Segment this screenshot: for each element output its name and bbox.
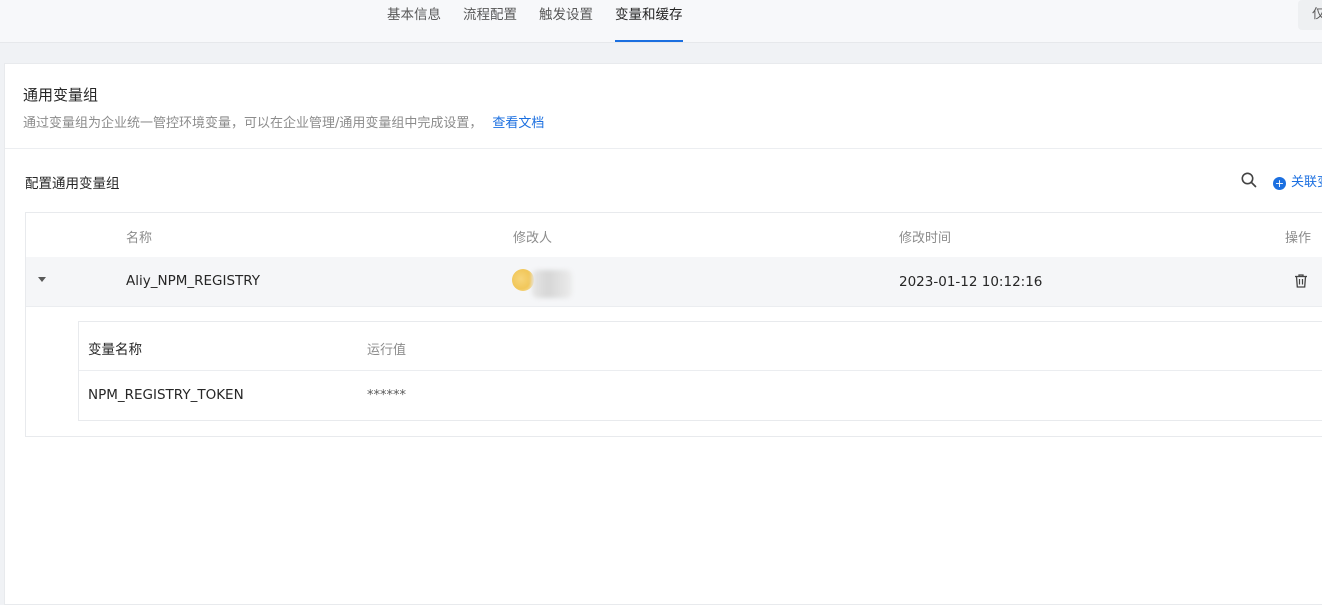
column-runtime-value: 运行值 [367, 343, 407, 358]
link-button-label: 关联变量组 [1291, 175, 1322, 190]
description-text: 通过变量组为企业统一管控环境变量，可以在企业管理/通用变量组中完成设置， [23, 116, 483, 131]
trash-icon[interactable] [1293, 273, 1309, 289]
config-title: 配置通用变量组 [25, 176, 120, 192]
column-variable-name: 变量名称 [88, 342, 142, 358]
column-name: 名称 [126, 231, 153, 246]
group-name: Aliy_NPM_REGISTRY [126, 273, 261, 289]
variable-value: ****** [367, 388, 406, 403]
sub-table-header: 变量名称 运行值 [79, 322, 1322, 371]
table-row[interactable]: Aliy_NPM_REGISTRY 2023-01-12 10:12:16 [26, 257, 1322, 307]
view-docs-link[interactable]: 查看文档 [492, 116, 544, 131]
tab-trigger-settings[interactable]: 触发设置 [539, 0, 593, 42]
tab-basic-info[interactable]: 基本信息 [387, 0, 441, 42]
section-title: 通用变量组 [23, 86, 99, 104]
modified-time: 2023-01-12 10:12:16 [899, 274, 1043, 290]
divider [5, 148, 1322, 149]
caret-down-icon[interactable] [38, 277, 46, 282]
plus-circle-icon: + [1273, 177, 1286, 190]
variables-panel: 通用变量组 通过变量组为企业统一管控环境变量，可以在企业管理/通用变量组中完成设… [4, 63, 1322, 605]
search-icon[interactable] [1240, 171, 1260, 191]
column-modifier: 修改人 [513, 231, 553, 246]
table-header: 名称 修改人 修改时间 操作 [26, 213, 1322, 258]
tab-variables-cache[interactable]: 变量和缓存 [615, 0, 683, 42]
variable-name: NPM_REGISTRY_TOKEN [88, 387, 244, 403]
section-description: 通过变量组为企业统一管控环境变量，可以在企业管理/通用变量组中完成设置， 查看文档 [23, 112, 544, 131]
column-actions: 操作 [1285, 231, 1312, 246]
variables-sub-table: 变量名称 运行值 NPM_REGISTRY_TOKEN ****** [78, 321, 1322, 421]
column-modified-time: 修改时间 [899, 231, 952, 246]
variable-group-table: 名称 修改人 修改时间 操作 Aliy_NPM_REGISTRY 2023-01… [25, 212, 1322, 437]
top-right-button[interactable]: 仅 [1298, 0, 1322, 30]
modifier-name-blurred [532, 270, 572, 298]
link-variable-group-button[interactable]: + 关联变量组 [1273, 171, 1322, 191]
top-tab-bar: 基本信息 流程配置 触发设置 变量和缓存 仅 [0, 0, 1322, 43]
avatar [512, 269, 534, 291]
tab-pipeline-config[interactable]: 流程配置 [463, 0, 517, 42]
